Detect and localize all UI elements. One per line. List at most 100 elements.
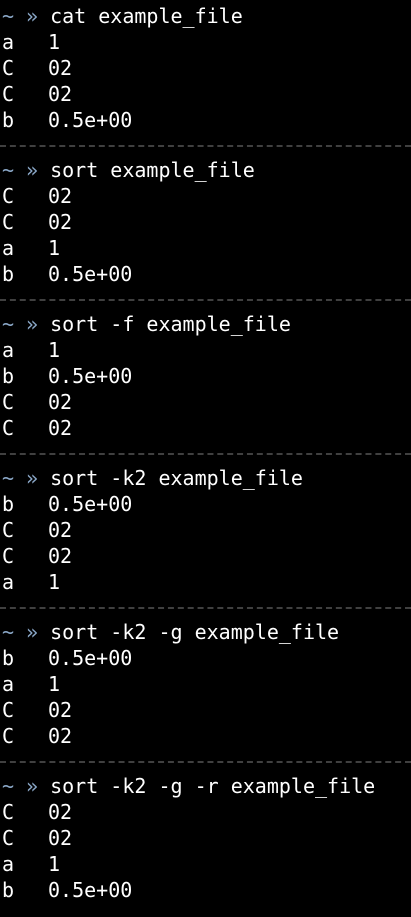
output-value: 0.5e+00 <box>48 646 133 670</box>
output-key: b <box>2 878 15 902</box>
terminal-window[interactable]: ~» cat example_file a1 C 02 C 02 b 0.5e+00 ~… <box>0 0 411 917</box>
output-key: C <box>2 56 15 80</box>
output-row: a1 <box>0 235 411 261</box>
output-row: C 02 <box>0 825 411 851</box>
command-block: ~» sort -k2 -g example_file b 0.5e+00 a1 C… <box>0 619 411 749</box>
prompt-arrow-icon: » <box>26 620 39 644</box>
output-key: C <box>2 826 15 850</box>
prompt-line: ~ » sort -k2 -g example_file <box>0 619 411 645</box>
output-row: C 02 <box>0 81 411 107</box>
output-row: C 02 <box>0 799 411 825</box>
prompt-home: ~ <box>2 312 15 336</box>
output-key: a <box>2 338 15 362</box>
output-value: 0.5e+00 <box>48 364 133 388</box>
output-key: a <box>2 30 15 54</box>
output-key: C <box>2 184 15 208</box>
output-key: b <box>2 646 15 670</box>
output-key: C <box>2 390 15 414</box>
output-value: 02 <box>48 416 73 440</box>
prompt-arrow-icon: » <box>26 312 39 336</box>
output-row: C 02 <box>0 415 411 441</box>
output-key: C <box>2 544 15 568</box>
command-block: ~» cat example_file a1 C 02 C 02 b 0.5e+00 <box>0 3 411 133</box>
command-block: ~» sort example_file C 02 C 02 a1 b 0.5e+00 <box>0 157 411 287</box>
separator-line <box>0 299 411 301</box>
output-row: C 02 <box>0 517 411 543</box>
output-key: b <box>2 108 15 132</box>
output-value: 02 <box>48 544 73 568</box>
output-value: 02 <box>48 390 73 414</box>
prompt-home: ~ <box>2 4 15 28</box>
output-row: b 0.5e+00 <box>0 645 411 671</box>
output-key: a <box>2 852 15 876</box>
command-text: sort -k2 example_file <box>50 466 303 490</box>
output-key: b <box>2 364 15 388</box>
output-value: 1 <box>48 852 61 876</box>
output-row: a1 <box>0 29 411 55</box>
output-row: C 02 <box>0 209 411 235</box>
command-text: cat example_file <box>50 4 243 28</box>
prompt-home: ~ <box>2 158 15 182</box>
output-value: 02 <box>48 800 73 824</box>
prompt-line: ~ » sort example_file <box>0 157 411 183</box>
command-block: ~ » sort -f example_file a 1 b 0.5e+00 C 02 C… <box>0 311 411 441</box>
output-key: C <box>2 724 15 748</box>
prompt-line: ~ » sort -f example_file <box>0 311 411 337</box>
output-value: 1 <box>48 570 61 594</box>
output-value: 02 <box>48 698 73 722</box>
output-row: C 02 <box>0 697 411 723</box>
output-key: a <box>2 236 15 260</box>
output-value: 02 <box>48 56 73 80</box>
output-key: C <box>2 698 15 722</box>
prompt-home: ~ <box>2 774 15 798</box>
output-row: b 0.5e+00 <box>0 261 411 287</box>
output-value: 1 <box>48 338 61 362</box>
output-key: C <box>2 518 15 542</box>
output-row: C 02 <box>0 389 411 415</box>
command-text: sort example_file <box>50 158 255 182</box>
separator-line <box>0 761 411 763</box>
output-value: 02 <box>48 724 73 748</box>
output-key: C <box>2 82 15 106</box>
prompt-arrow-icon: » <box>26 466 39 490</box>
output-row: b 0.5e+00 <box>0 107 411 133</box>
output-key: b <box>2 262 15 286</box>
output-row: C 02 <box>0 55 411 81</box>
output-key: C <box>2 210 15 234</box>
output-row: a1 <box>0 671 411 697</box>
output-value: 02 <box>48 826 73 850</box>
output-key: C <box>2 800 15 824</box>
output-value: 1 <box>48 236 61 260</box>
prompt-arrow-icon: » <box>26 774 39 798</box>
output-row: a1 <box>0 569 411 595</box>
prompt-home: ~ <box>2 620 15 644</box>
output-value: 0.5e+00 <box>48 108 133 132</box>
prompt-arrow-icon: » <box>26 158 39 182</box>
output-row: b 0.5e+00 <box>0 363 411 389</box>
output-value: 02 <box>48 518 73 542</box>
separator-line <box>0 453 411 455</box>
output-row: b 0.5e+00 <box>0 877 411 903</box>
output-value: 0.5e+00 <box>48 878 133 902</box>
separator-line <box>0 607 411 609</box>
command-text: sort -k2 -g -r example_file <box>50 774 376 798</box>
output-key: a <box>2 570 15 594</box>
output-value: 02 <box>48 184 73 208</box>
command-block: ~ » sort -k2 example_file b 0.5e+00 C 02 C 02… <box>0 465 411 595</box>
output-value: 1 <box>48 30 61 54</box>
prompt-home: ~ <box>2 466 15 490</box>
prompt-line: ~ » sort -k2 example_file <box>0 465 411 491</box>
prompt-line: ~ » sort -k2 -g -r example_file <box>0 773 411 799</box>
command-text: sort -k2 -g example_file <box>50 620 340 644</box>
output-key: b <box>2 492 15 516</box>
command-text: sort -f example_file <box>50 312 291 336</box>
output-value: 0.5e+00 <box>48 492 133 516</box>
output-value: 0.5e+00 <box>48 262 133 286</box>
output-key: a <box>2 672 15 696</box>
output-value: 02 <box>48 210 73 234</box>
separator-line <box>0 145 411 147</box>
output-key: C <box>2 416 15 440</box>
prompt-line: ~ » cat example_file <box>0 3 411 29</box>
command-block: ~ » sort -k2 -g -r example_file C 02 C 02 a 1… <box>0 773 411 903</box>
output-value: 1 <box>48 672 61 696</box>
